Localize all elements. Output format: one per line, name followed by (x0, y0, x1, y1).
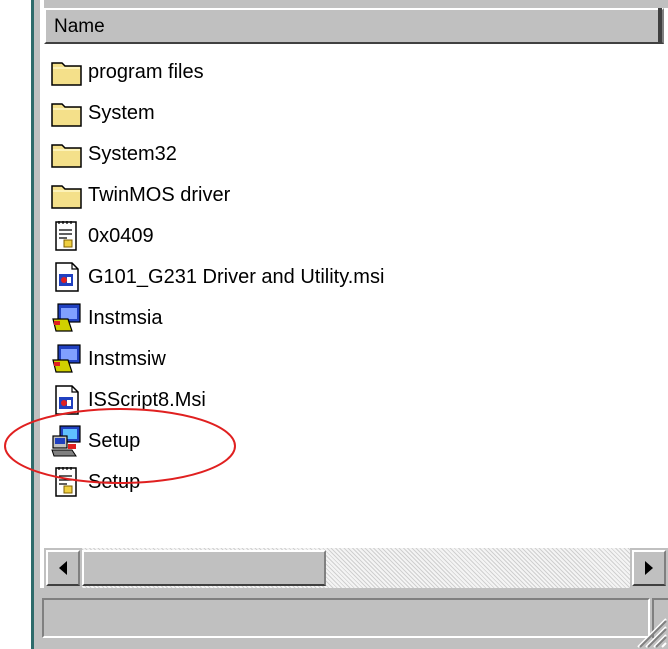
folder-icon (51, 103, 82, 127)
list-top-strip (44, 0, 668, 8)
list-item-system[interactable]: System (50, 93, 155, 133)
list-item-label: Instmsiw (88, 347, 166, 370)
list-item-setup-exe[interactable]: Setup (50, 421, 140, 461)
list-item-label: System (88, 101, 155, 124)
scrollbar-thumb[interactable] (82, 550, 326, 586)
msi-package-icon (55, 385, 79, 415)
list-item-instmsiw[interactable]: Instmsiw (50, 339, 166, 379)
list-item-instmsia[interactable]: Instmsia (50, 298, 162, 338)
list-item-label: Setup (88, 429, 141, 452)
list-item-label: TwinMOS driver (88, 183, 231, 206)
list-item-label: G101_G231 Driver and Utility.msi (88, 265, 385, 288)
list-item-system32[interactable]: System32 (50, 134, 177, 174)
list-item-label: Setup (88, 470, 141, 493)
file-list-view[interactable]: Name program files System System32 TwinM… (44, 0, 668, 600)
scroll-right-button[interactable] (632, 550, 666, 586)
ini-file-icon (55, 467, 77, 497)
window-frame-border (34, 0, 40, 649)
msi-package-icon (55, 262, 79, 292)
list-item-label: 0x0409 (88, 224, 154, 247)
list-item-g101-msi[interactable]: G101_G231 Driver and Utility.msi (50, 257, 384, 297)
folder-icon (51, 185, 82, 209)
list-item-label: System32 (88, 142, 177, 165)
setup-exe-icon (51, 425, 81, 457)
arrow-right-icon (645, 561, 653, 575)
ini-file-icon (55, 221, 77, 251)
arrow-left-icon (59, 561, 67, 575)
status-pane (42, 598, 650, 638)
column-header-divider[interactable] (658, 8, 662, 44)
installer-exe-icon (52, 344, 81, 373)
folder-icon (51, 144, 82, 168)
list-item-isscript8-msi[interactable]: ISScript8.Msi (50, 380, 206, 420)
status-bar (34, 588, 668, 649)
horizontal-scrollbar[interactable] (44, 548, 668, 588)
scroll-left-button[interactable] (46, 550, 80, 586)
column-header-label: Name (54, 16, 105, 37)
list-item-program-files[interactable]: program files (50, 52, 204, 92)
resize-grip-icon[interactable] (628, 609, 668, 649)
installer-exe-icon (52, 303, 81, 332)
list-item-label: Instmsia (88, 306, 163, 329)
folder-icon (51, 62, 82, 86)
list-item-setup-ini[interactable]: Setup (50, 462, 140, 502)
list-item-0x0409[interactable]: 0x0409 (50, 216, 154, 256)
list-item-label: ISScript8.Msi (88, 388, 206, 411)
list-item-twinmos-driver[interactable]: TwinMOS driver (50, 175, 230, 215)
column-header-name[interactable]: Name (44, 8, 664, 44)
list-item-label: program files (88, 60, 204, 83)
